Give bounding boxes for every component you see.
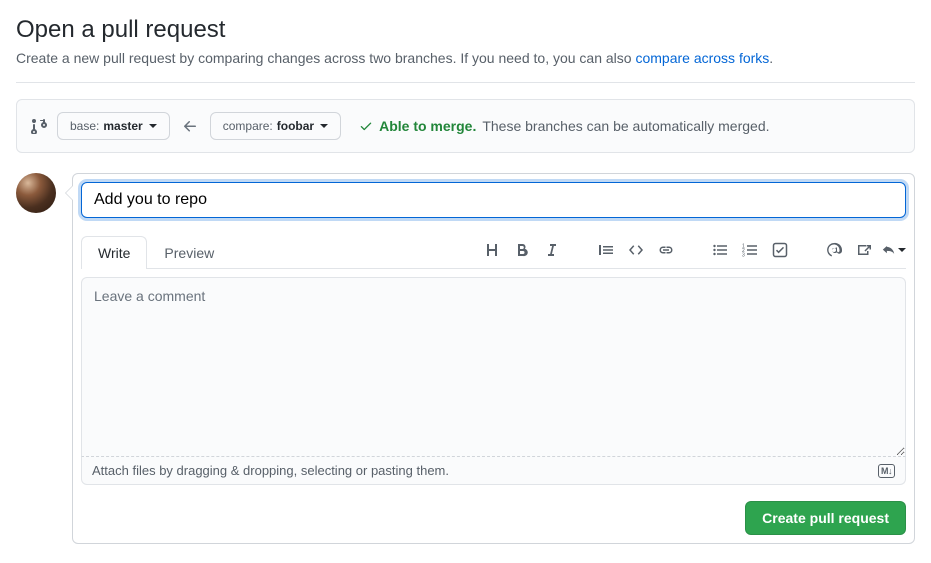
create-pull-request-button[interactable]: Create pull request bbox=[745, 501, 906, 535]
editor-tabs: Write Preview bbox=[81, 236, 231, 268]
quote-icon[interactable] bbox=[594, 238, 618, 262]
attach-hint-bar[interactable]: Attach files by dragging & dropping, sel… bbox=[81, 457, 906, 485]
git-compare-icon bbox=[31, 118, 47, 134]
attach-hint-text: Attach files by dragging & dropping, sel… bbox=[92, 463, 449, 478]
code-icon[interactable] bbox=[624, 238, 648, 262]
avatar[interactable] bbox=[16, 173, 56, 213]
merge-status: Able to merge. These branches can be aut… bbox=[359, 118, 769, 134]
compare-forks-link[interactable]: compare across forks bbox=[635, 50, 769, 66]
base-value: master bbox=[103, 117, 142, 135]
merge-status-desc: These branches can be automatically merg… bbox=[482, 118, 769, 134]
base-label: base: bbox=[70, 117, 99, 135]
merge-status-ok: Able to merge. bbox=[379, 118, 476, 134]
link-icon[interactable] bbox=[654, 238, 678, 262]
subtitle-post: . bbox=[769, 50, 773, 66]
markdown-toolbar: 123 bbox=[480, 238, 906, 268]
chevron-down-icon bbox=[320, 124, 328, 128]
compare-branch-selector[interactable]: compare: foobar bbox=[210, 112, 341, 140]
cross-reference-icon[interactable] bbox=[852, 238, 876, 262]
subtitle-text: Create a new pull request by comparing c… bbox=[16, 50, 635, 66]
branch-compare-bar: base: master compare: foobar Able to mer… bbox=[16, 99, 915, 153]
italic-icon[interactable] bbox=[540, 238, 564, 262]
svg-text:3: 3 bbox=[742, 253, 745, 259]
reply-icon[interactable] bbox=[882, 238, 906, 262]
pr-title-input[interactable] bbox=[81, 182, 906, 218]
markdown-supported-icon[interactable]: M↓ bbox=[878, 464, 895, 478]
arrow-left-icon bbox=[180, 118, 200, 134]
tasklist-icon[interactable] bbox=[768, 238, 792, 262]
mention-icon[interactable] bbox=[822, 238, 846, 262]
compare-label: compare: bbox=[223, 117, 273, 135]
divider bbox=[16, 82, 915, 83]
compare-value: foobar bbox=[277, 117, 314, 135]
compose-box: Write Preview 123 bbox=[72, 173, 915, 544]
bold-icon[interactable] bbox=[510, 238, 534, 262]
tab-preview[interactable]: Preview bbox=[147, 236, 231, 269]
heading-icon[interactable] bbox=[480, 238, 504, 262]
comment-textarea[interactable] bbox=[81, 277, 906, 457]
base-branch-selector[interactable]: base: master bbox=[57, 112, 170, 140]
chevron-down-icon bbox=[149, 124, 157, 128]
page-title: Open a pull request bbox=[16, 16, 915, 44]
ordered-list-icon[interactable]: 123 bbox=[738, 238, 762, 262]
check-icon bbox=[359, 119, 373, 133]
page-subtitle: Create a new pull request by comparing c… bbox=[16, 50, 915, 66]
tab-write[interactable]: Write bbox=[81, 236, 147, 269]
unordered-list-icon[interactable] bbox=[708, 238, 732, 262]
composer-row: Write Preview 123 bbox=[16, 173, 915, 544]
